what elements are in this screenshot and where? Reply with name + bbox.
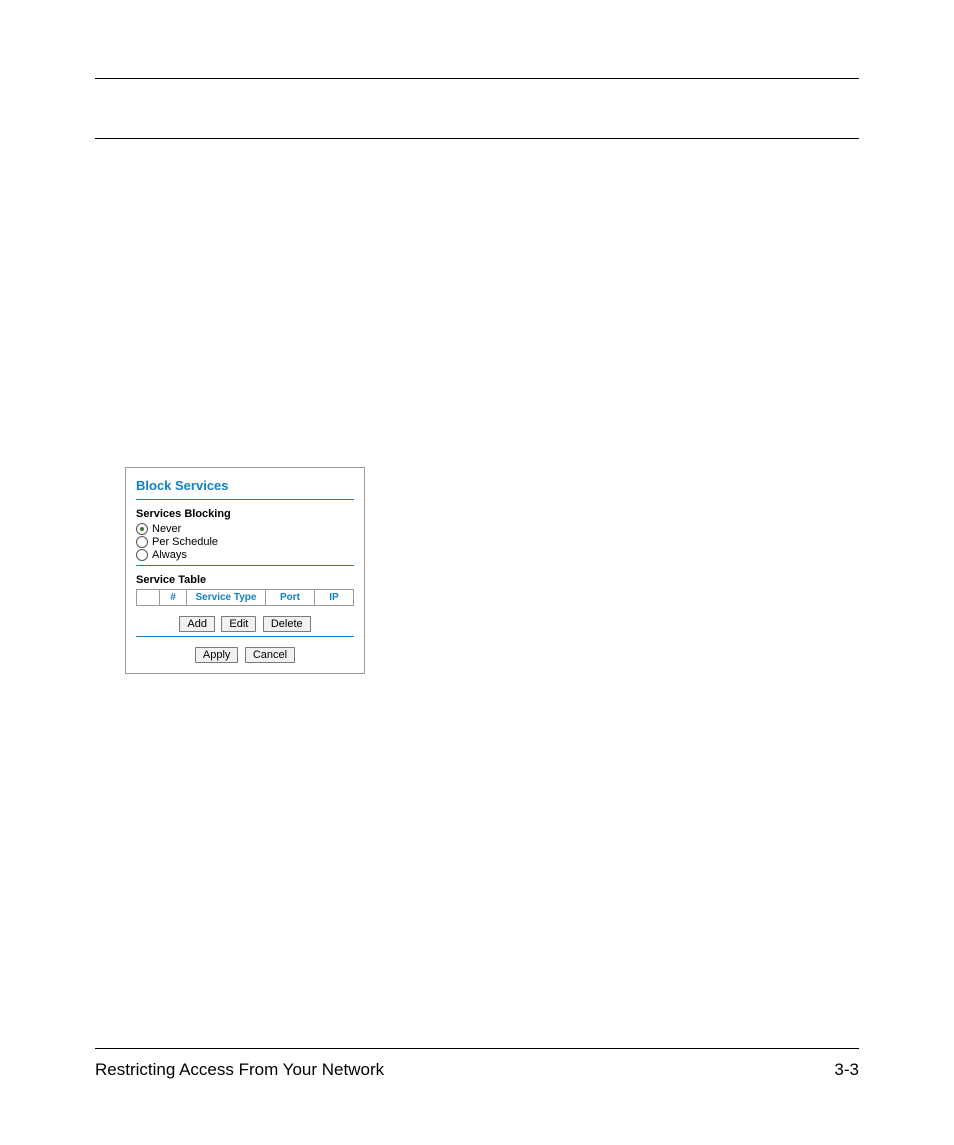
radio-per-schedule-row[interactable]: Per Schedule xyxy=(136,536,354,548)
apply-button[interactable]: Apply xyxy=(195,647,239,663)
service-table: # Service Type Port IP xyxy=(136,589,354,606)
radio-per-schedule[interactable] xyxy=(136,536,148,548)
edit-button[interactable]: Edit xyxy=(221,616,256,632)
table-header-port: Port xyxy=(266,590,315,606)
radio-always-row[interactable]: Always xyxy=(136,549,354,561)
table-header-ip: IP xyxy=(315,590,354,606)
panel-separator-3 xyxy=(136,636,354,637)
table-header-service-type: Service Type xyxy=(187,590,266,606)
delete-button[interactable]: Delete xyxy=(263,616,311,632)
header-rule-2 xyxy=(95,138,859,139)
table-button-row: Add Edit Delete xyxy=(136,614,354,632)
cancel-button[interactable]: Cancel xyxy=(245,647,295,663)
footer-left-text: Restricting Access From Your Network xyxy=(95,1060,384,1080)
panel-separator xyxy=(136,499,354,500)
panel-footer-button-row: Apply Cancel xyxy=(136,645,354,663)
block-services-panel: Block Services Services Blocking Never P… xyxy=(125,467,365,674)
radio-always[interactable] xyxy=(136,549,148,561)
panel-title: Block Services xyxy=(136,478,354,493)
add-button[interactable]: Add xyxy=(179,616,215,632)
panel-separator-2 xyxy=(136,565,354,566)
page-footer: Restricting Access From Your Network 3-3 xyxy=(95,1060,859,1080)
radio-always-label: Always xyxy=(152,549,187,561)
radio-never-label: Never xyxy=(152,523,181,535)
services-blocking-label: Services Blocking xyxy=(136,508,354,520)
service-table-label: Service Table xyxy=(136,574,354,586)
radio-per-schedule-label: Per Schedule xyxy=(152,536,218,548)
radio-never[interactable] xyxy=(136,523,148,535)
table-header-select xyxy=(137,590,160,606)
radio-never-row[interactable]: Never xyxy=(136,523,354,535)
table-header-row: # Service Type Port IP xyxy=(137,590,354,606)
footer-rule xyxy=(95,1048,859,1049)
header-rule-1 xyxy=(95,78,859,79)
footer-page-number: 3-3 xyxy=(834,1060,859,1080)
table-header-num: # xyxy=(160,590,187,606)
